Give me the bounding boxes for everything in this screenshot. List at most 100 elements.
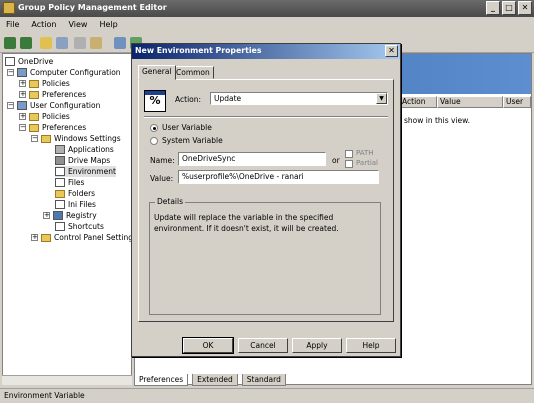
status-text: Environment Variable — [4, 391, 85, 400]
expand-icon[interactable]: + — [19, 91, 26, 98]
tree-item-folders[interactable]: Folders — [55, 188, 95, 199]
menu-file[interactable]: File — [6, 17, 19, 33]
name-input[interactable]: OneDriveSync — [178, 152, 326, 166]
name-label: Name: — [150, 156, 175, 165]
tree-label: Environment — [68, 167, 116, 176]
dialog-close-button[interactable]: ✕ — [385, 45, 398, 57]
expand-icon[interactable]: + — [43, 212, 50, 219]
expand-icon[interactable]: + — [31, 234, 38, 241]
chevron-down-icon[interactable]: ▼ — [376, 93, 387, 104]
tab-common[interactable]: Common — [172, 66, 214, 79]
user-variable-radio[interactable] — [150, 124, 158, 132]
apply-button[interactable]: Apply — [292, 338, 342, 353]
system-variable-label: System Variable — [162, 136, 223, 145]
dialog-title-bar: New Environment Properties ✕ — [132, 44, 400, 59]
partial-label: Partial — [356, 159, 378, 167]
menu-help[interactable]: Help — [99, 17, 117, 33]
collapse-icon[interactable]: − — [7, 102, 14, 109]
folder-icon — [29, 112, 39, 121]
back-icon[interactable] — [4, 37, 16, 49]
tree-item-computer-config[interactable]: − Computer Configuration — [7, 67, 121, 78]
tree-label: Computer Configuration — [30, 68, 121, 77]
folder-icon — [29, 90, 39, 99]
environment-variable-icon: % — [144, 90, 166, 112]
up-folder-icon[interactable] — [40, 37, 52, 49]
tree-item-control-panel[interactable]: + Control Panel Settings — [31, 232, 131, 243]
tree-label: User Configuration — [30, 101, 101, 110]
tree-label: Registry — [66, 211, 97, 220]
tree-item-registry[interactable]: + Registry — [43, 210, 97, 221]
tree-item-policies[interactable]: + Policies — [19, 78, 70, 89]
dialog-title: New Environment Properties — [135, 46, 262, 55]
tree-panel: OneDrive − Computer Configuration + Poli… — [2, 53, 132, 385]
collapse-icon[interactable]: − — [19, 124, 26, 131]
print-icon[interactable] — [114, 37, 126, 49]
column-header-value[interactable]: Value — [437, 96, 503, 108]
tree-item-policies[interactable]: + Policies — [19, 111, 70, 122]
user-icon — [17, 101, 27, 110]
tree-item-files[interactable]: Files — [55, 177, 84, 188]
maximize-button[interactable]: □ — [502, 1, 516, 15]
tree-item-windows-settings[interactable]: − Windows Settings — [31, 133, 121, 144]
action-label: Action: — [175, 95, 202, 104]
tree-item-preferences[interactable]: − Preferences — [19, 122, 86, 133]
new-environment-dialog: New Environment Properties ✕ General Com… — [131, 43, 401, 357]
status-bar: Environment Variable — [0, 388, 534, 403]
paste-icon[interactable] — [90, 37, 102, 49]
action-selected-value: Update — [214, 94, 242, 103]
tree-item-shortcuts[interactable]: Shortcuts — [55, 221, 104, 232]
tab-standard[interactable]: Standard — [241, 374, 286, 386]
help-button[interactable]: Help — [346, 338, 396, 353]
partial-checkbox[interactable] — [345, 160, 353, 168]
user-variable-label: User Variable — [162, 123, 212, 132]
expand-icon[interactable]: + — [19, 113, 26, 120]
window-title-bar: Group Policy Management Editor _ □ ✕ — [0, 0, 534, 17]
tree-label: Drive Maps — [68, 156, 111, 165]
cut-icon[interactable] — [74, 37, 86, 49]
tree-label: Policies — [42, 112, 70, 121]
ok-button[interactable]: OK — [182, 337, 234, 354]
shortcut-icon — [55, 222, 65, 231]
tree-item-environment[interactable]: Environment — [55, 166, 116, 177]
column-header-user[interactable]: User — [503, 96, 531, 108]
system-variable-radio[interactable] — [150, 137, 158, 145]
tree-item-ini-files[interactable]: Ini Files — [55, 199, 96, 210]
folder-icon — [41, 134, 51, 143]
empty-list-message: o show in this view. — [397, 116, 470, 125]
path-checkbox[interactable] — [345, 150, 353, 158]
cancel-button[interactable]: Cancel — [238, 338, 288, 353]
expand-icon[interactable]: + — [19, 80, 26, 87]
minimize-button[interactable]: _ — [486, 1, 500, 15]
forward-icon[interactable] — [20, 37, 32, 49]
tree-item-applications[interactable]: Applications — [55, 144, 114, 155]
collapse-icon[interactable]: − — [31, 135, 38, 142]
ini-file-icon — [55, 200, 65, 209]
folder-icon — [41, 233, 51, 242]
tree-item-preferences[interactable]: + Preferences — [19, 89, 86, 100]
close-button[interactable]: ✕ — [518, 1, 532, 15]
applications-icon — [55, 145, 65, 154]
tree-item-drive-maps[interactable]: Drive Maps — [55, 155, 110, 166]
window-title: Group Policy Management Editor — [18, 3, 167, 12]
show-tree-icon[interactable] — [56, 37, 68, 49]
action-select[interactable]: Update ▼ — [210, 92, 388, 105]
tree-item-user-config[interactable]: − User Configuration — [7, 100, 100, 111]
column-header-action[interactable]: Action — [399, 96, 437, 108]
menu-view[interactable]: View — [68, 17, 87, 33]
tree-label: Ini Files — [68, 200, 96, 209]
policy-icon — [5, 57, 15, 66]
collapse-icon[interactable]: − — [7, 69, 14, 76]
tree-label: Preferences — [42, 123, 87, 132]
menu-action[interactable]: Action — [31, 17, 56, 33]
tab-extended[interactable]: Extended — [192, 374, 238, 386]
folder-icon — [55, 189, 65, 198]
tree-horizontal-scrollbar[interactable] — [2, 375, 132, 385]
tree-label: Folders — [68, 189, 96, 198]
details-text: Update will replace the variable in the … — [154, 213, 339, 233]
value-input[interactable]: %userprofile%\OneDrive - ranari — [178, 170, 379, 184]
tab-general[interactable]: General — [138, 65, 176, 80]
tab-preferences[interactable]: Preferences — [134, 374, 189, 386]
tree-label: Shortcuts — [68, 222, 104, 231]
path-label: PATH — [356, 149, 374, 157]
tree-item-root[interactable]: OneDrive — [5, 56, 53, 67]
